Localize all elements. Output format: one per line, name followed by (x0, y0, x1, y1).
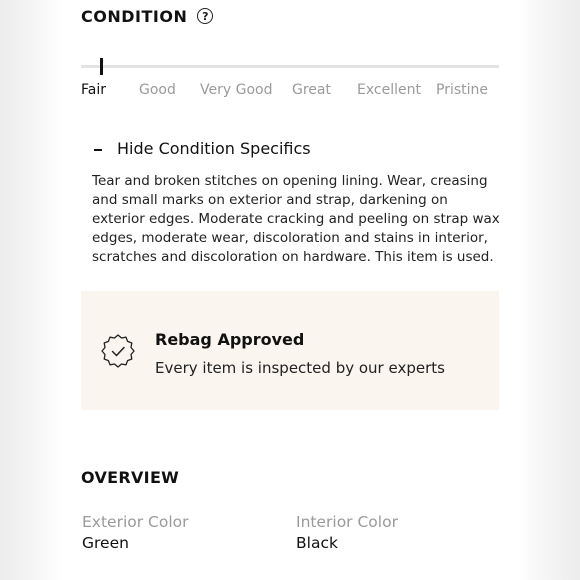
attribute-value: Green (82, 534, 129, 552)
condition-grades: Fair Good Very Good Great Excellent Pris… (81, 82, 499, 102)
condition-header: CONDITION ? (81, 4, 499, 28)
rebag-approved-box: Rebag Approved Every item is inspected b… (81, 291, 499, 410)
attribute-label: Exterior Color (82, 513, 189, 531)
hide-specifics-toggle[interactable]: Hide Condition Specifics (81, 136, 499, 160)
grade-pristine[interactable]: Pristine (436, 82, 488, 98)
slider-thumb[interactable] (100, 58, 103, 75)
attribute-label: Interior Color (296, 513, 398, 531)
condition-specifics-text: Tear and broken stitches on opening lini… (92, 173, 500, 265)
minus-icon (94, 149, 102, 151)
attribute-value: Black (296, 534, 338, 552)
help-icon[interactable]: ? (197, 8, 214, 24)
condition-title: CONDITION (81, 6, 188, 26)
overview-title: OVERVIEW (81, 468, 180, 487)
toggle-label: Hide Condition Specifics (117, 138, 311, 158)
grade-very-good[interactable]: Very Good (200, 82, 272, 98)
grade-good[interactable]: Good (139, 82, 176, 98)
grade-excellent[interactable]: Excellent (357, 82, 421, 98)
grade-great[interactable]: Great (292, 82, 331, 98)
product-details-panel: CONDITION ? Fair Good Very Good Great Ex… (62, 0, 518, 580)
approved-title: Rebag Approved (155, 330, 305, 349)
condition-slider[interactable] (81, 58, 499, 80)
interior-color-attribute: Interior Color Black (296, 513, 398, 552)
checkmark-badge-icon (101, 334, 135, 368)
exterior-color-attribute: Exterior Color Green (82, 513, 189, 552)
slider-track[interactable] (81, 65, 499, 68)
approved-subtitle: Every item is inspected by our experts (155, 359, 445, 377)
grade-fair[interactable]: Fair (81, 82, 106, 98)
